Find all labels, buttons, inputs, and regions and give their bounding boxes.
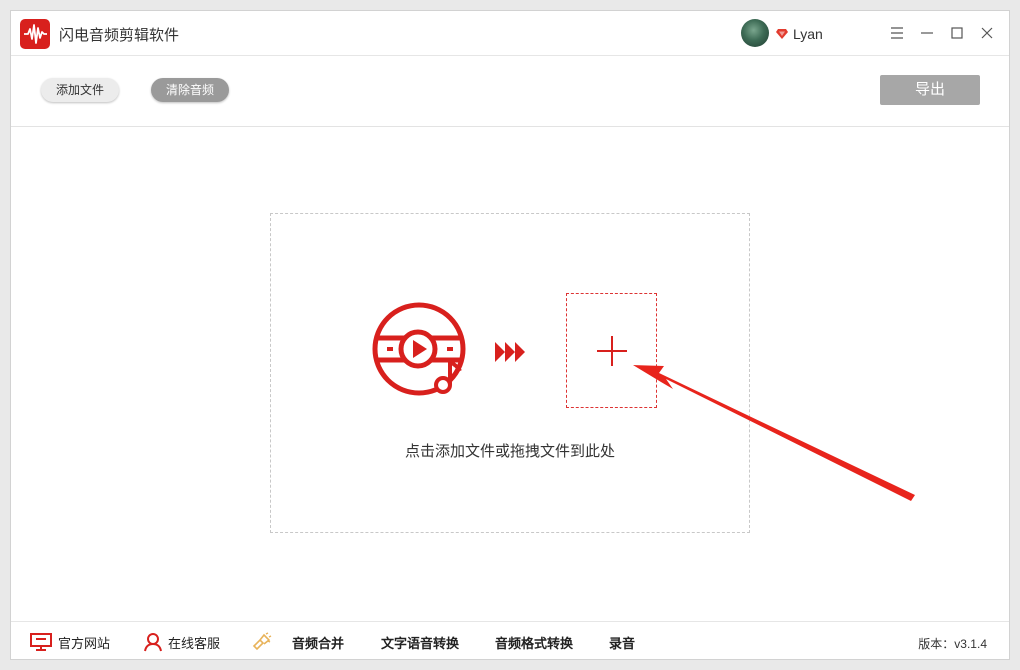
official-site-label: 官方网站	[58, 635, 111, 651]
video-music-icon	[372, 302, 466, 396]
plus-icon	[597, 336, 627, 366]
version-label: 版本：v3.1.4	[918, 637, 987, 651]
maximize-icon[interactable]	[947, 23, 967, 43]
online-service-link[interactable]: 在线客服	[143, 632, 220, 652]
minimize-icon[interactable]	[917, 23, 937, 43]
person-icon	[144, 633, 162, 652]
text-to-speech-link[interactable]: 文字语音转换	[381, 632, 459, 652]
file-drop-zone[interactable]: 点击添加文件或拖拽文件到此处	[270, 213, 750, 533]
app-title: 闪电音频剪辑软件	[59, 27, 180, 44]
audio-merge-label: 音频合并	[292, 635, 345, 651]
close-icon[interactable]	[977, 23, 997, 43]
drop-hint-text: 点击添加文件或拖拽文件到此处	[404, 443, 615, 460]
waveform-logo-icon	[20, 19, 50, 49]
recording-link[interactable]: 录音	[609, 632, 635, 652]
monitor-icon	[30, 633, 52, 651]
merge-icon	[252, 632, 272, 651]
triple-arrow-icon	[495, 342, 525, 362]
audio-format-convert-link[interactable]: 音频格式转换	[495, 632, 573, 652]
vip-diamond-icon	[776, 29, 788, 39]
add-file-button[interactable]: 添加文件	[41, 78, 119, 102]
clear-audio-button[interactable]: 清除音频	[151, 78, 229, 102]
toolbar: 添加文件 清除音频 导出	[11, 56, 1009, 127]
footer-bar: 官方网站 在线客服 音频合并 文字语音转换 音频格式转换 录音 版本：v3.1.…	[11, 621, 1009, 660]
online-service-label: 在线客服	[168, 635, 221, 651]
app-window: 闪电音频剪辑软件 Lyan 添加文件 清除音频 导出 点击添加文件或拖拽文件到此…	[10, 10, 1010, 660]
menu-icon[interactable]	[887, 23, 907, 43]
official-site-link[interactable]: 官方网站	[29, 632, 110, 652]
export-button[interactable]: 导出	[880, 75, 980, 105]
avatar[interactable]	[741, 19, 769, 47]
title-bar: 闪电音频剪辑软件 Lyan	[11, 11, 1009, 56]
audio-merge-link[interactable]: 音频合并	[251, 632, 344, 652]
user-name[interactable]: Lyan	[793, 26, 823, 42]
add-file-box[interactable]	[566, 293, 657, 408]
